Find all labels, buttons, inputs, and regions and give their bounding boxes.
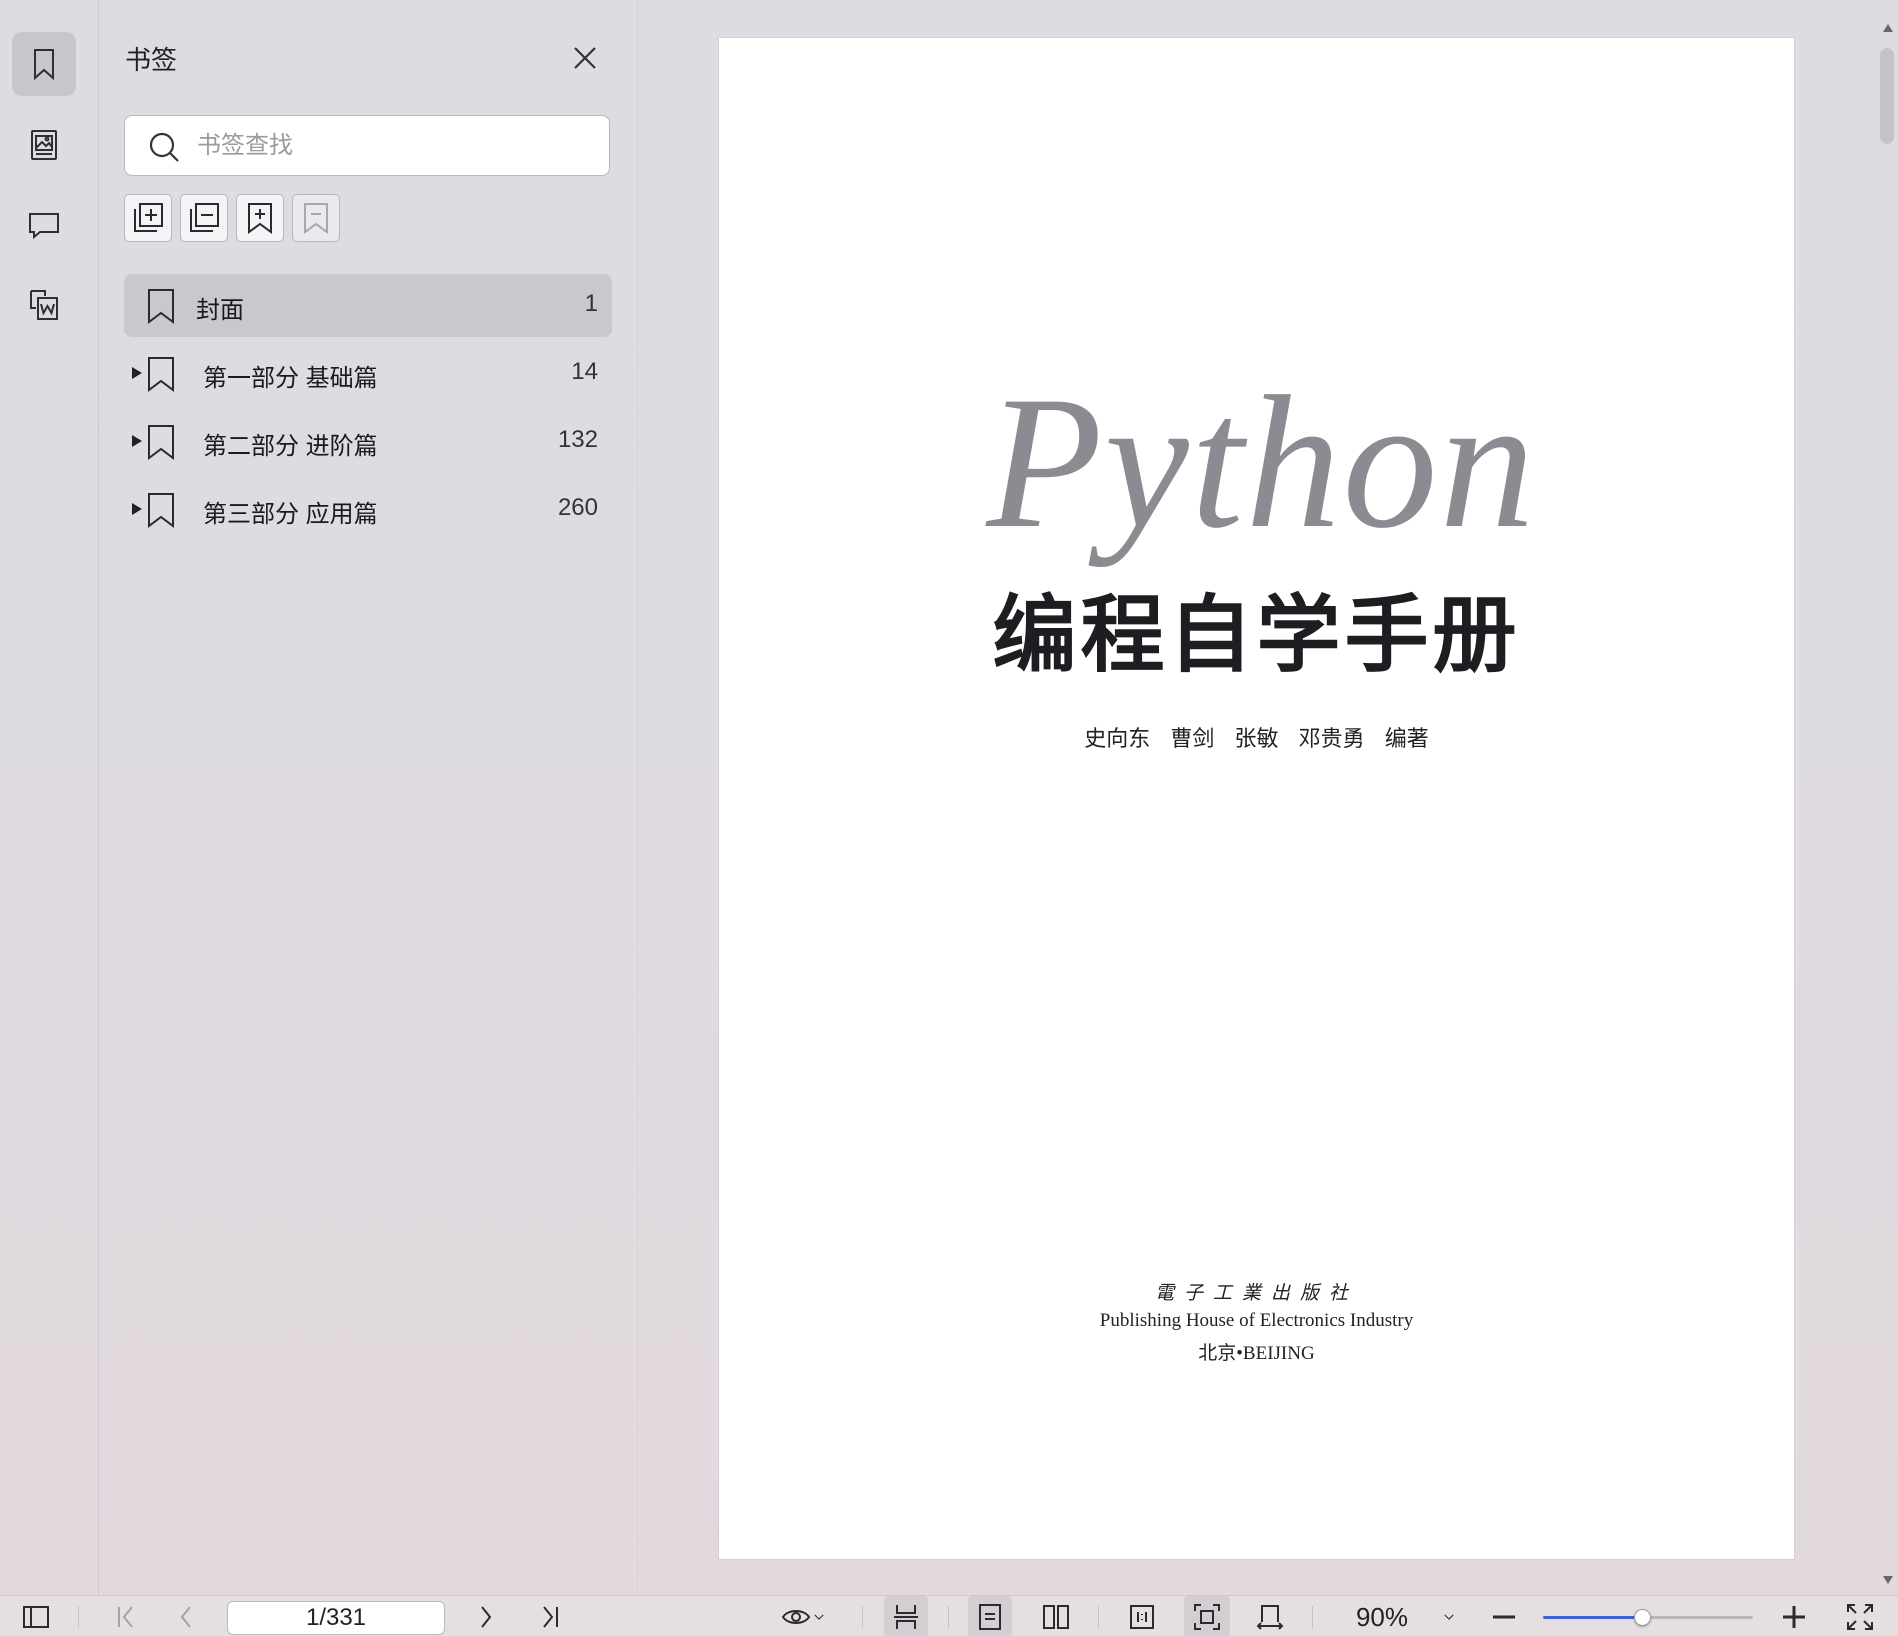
continuous-scroll-icon: [894, 1604, 918, 1629]
zoom-in-button[interactable]: [1776, 1596, 1812, 1636]
bookmark-search-input[interactable]: [197, 124, 597, 168]
close-icon: [574, 47, 596, 69]
zoom-slider-handle[interactable]: [1633, 1609, 1651, 1626]
expand-caret-icon[interactable]: [130, 364, 144, 382]
delete-bookmark-button[interactable]: [292, 194, 340, 242]
scroll-down-icon[interactable]: [1882, 1572, 1894, 1584]
first-page-button[interactable]: [106, 1596, 146, 1636]
toolbar-divider: [78, 1606, 79, 1628]
bookmark-search: [124, 115, 610, 176]
delete-bookmark-icon: [304, 203, 328, 234]
comment-panel-button[interactable]: [12, 193, 76, 257]
scroll-up-icon[interactable]: [1882, 20, 1894, 32]
bookmark-label: 第三部分 应用篇: [203, 501, 378, 528]
actual-size-icon: [1130, 1604, 1154, 1629]
toolbar-divider: [948, 1606, 949, 1628]
fit-page-icon: [1194, 1603, 1220, 1630]
bookmark-item-cover[interactable]: 封面 1: [124, 274, 612, 337]
bookmark-item-part1[interactable]: 第一部分 基础篇 14: [124, 342, 612, 405]
comment-icon: [29, 213, 59, 240]
zoom-out-button[interactable]: [1486, 1596, 1522, 1636]
side-rail: [0, 0, 99, 1595]
publisher-city: 北京•BEIJING: [1198, 1343, 1315, 1364]
thumbnail-panel-button[interactable]: [12, 113, 76, 177]
eye-icon: [781, 1609, 811, 1624]
bookmark-icon: [146, 424, 176, 460]
convert-to-word-icon: [30, 290, 58, 320]
bookmark-icon: [34, 49, 54, 81]
expand-caret-icon[interactable]: [130, 500, 144, 518]
toolbar-divider: [1098, 1606, 1099, 1628]
bottom-toolbar: 90%: [0, 1595, 1898, 1636]
scrollbar-thumb[interactable]: [1880, 48, 1894, 144]
bookmark-icon: [146, 356, 176, 392]
toggle-sidebar-button[interactable]: [16, 1596, 56, 1636]
toolbar-divider: [862, 1606, 863, 1628]
collapse-all-button[interactable]: [180, 194, 228, 242]
cover-authors: 史向东 曹剑 张敏 邓贵勇 编著: [1084, 726, 1429, 751]
publisher-name-cn: 電子工業出版社: [1154, 1282, 1358, 1304]
continuous-scroll-button[interactable]: [884, 1596, 928, 1636]
publisher-name-en: Publishing House of Electronics Industry: [1099, 1310, 1414, 1331]
zoom-dropdown[interactable]: [1434, 1596, 1464, 1636]
bookmark-panel: 书签 封面 1 第一部分 基础篇 14: [99, 0, 638, 1595]
expand-all-button[interactable]: [124, 194, 172, 242]
bookmark-page: 132: [557, 426, 598, 453]
document-page: Python 编程自学手册 史向东 曹剑 张敏 邓贵勇 编著 電子工業出版社 P…: [718, 37, 1795, 1560]
single-page-icon: [979, 1603, 1001, 1630]
document-viewport[interactable]: Python 编程自学手册 史向东 曹剑 张敏 邓贵勇 编著 電子工業出版社 P…: [639, 0, 1877, 1595]
close-panel-button[interactable]: [569, 42, 601, 74]
two-page-button[interactable]: [1034, 1596, 1078, 1636]
sidebar-toggle-icon: [23, 1605, 49, 1628]
page-number-input[interactable]: [227, 1601, 445, 1635]
cover-python-heading: Python: [986, 358, 1537, 568]
bookmark-icon: [146, 492, 176, 528]
previous-page-button[interactable]: [166, 1596, 206, 1636]
toolbar-divider: [1312, 1606, 1313, 1628]
view-mode-dropdown[interactable]: [772, 1596, 836, 1636]
bookmark-page: 260: [557, 494, 598, 521]
fit-page-button[interactable]: [1184, 1596, 1230, 1636]
chevron-left-icon: [180, 1605, 191, 1628]
chevron-down-icon: [814, 1613, 824, 1620]
bookmark-page: 14: [571, 358, 598, 385]
add-bookmark-icon: [248, 203, 272, 234]
bookmark-page: 1: [584, 290, 598, 317]
chevron-right-icon: [481, 1605, 492, 1628]
collapse-all-icon: [190, 203, 219, 232]
panel-title: 书签: [125, 45, 178, 75]
last-page-icon: [543, 1605, 558, 1628]
minus-icon: [1493, 1615, 1515, 1618]
fit-width-icon: [1256, 1604, 1284, 1630]
plus-icon: [1783, 1605, 1805, 1628]
bookmark-label: 第二部分 进阶篇: [203, 433, 378, 460]
convert-panel-button[interactable]: [12, 273, 76, 337]
bookmark-label: 封面: [196, 297, 244, 324]
bookmark-label: 第一部分 基础篇: [203, 365, 378, 392]
zoom-level[interactable]: 90%: [1340, 1602, 1424, 1633]
single-page-button[interactable]: [968, 1596, 1012, 1636]
bookmark-item-part2[interactable]: 第二部分 进阶篇 132: [124, 410, 612, 473]
first-page-icon: [118, 1605, 133, 1628]
search-icon: [147, 130, 181, 164]
expand-all-icon: [134, 203, 163, 232]
last-page-button[interactable]: [530, 1596, 570, 1636]
zoom-slider-fill: [1543, 1616, 1642, 1619]
cover-title: 编程自学手册: [992, 585, 1521, 684]
bookmark-panel-button[interactable]: [12, 32, 76, 96]
fullscreen-button[interactable]: [1840, 1596, 1880, 1636]
two-page-icon: [1043, 1604, 1069, 1629]
thumbnail-icon: [31, 130, 57, 160]
fullscreen-icon: [1847, 1603, 1873, 1630]
expand-caret-icon[interactable]: [130, 432, 144, 450]
zoom-slider[interactable]: [1543, 1609, 1753, 1626]
chevron-down-icon: [1444, 1613, 1454, 1620]
bookmark-icon: [146, 288, 176, 324]
bookmark-item-part3[interactable]: 第三部分 应用篇 260: [124, 478, 612, 541]
next-page-button[interactable]: [466, 1596, 506, 1636]
actual-size-button[interactable]: [1120, 1596, 1164, 1636]
fit-width-button[interactable]: [1248, 1596, 1292, 1636]
add-bookmark-button[interactable]: [236, 194, 284, 242]
vertical-scrollbar[interactable]: [1878, 0, 1898, 1595]
